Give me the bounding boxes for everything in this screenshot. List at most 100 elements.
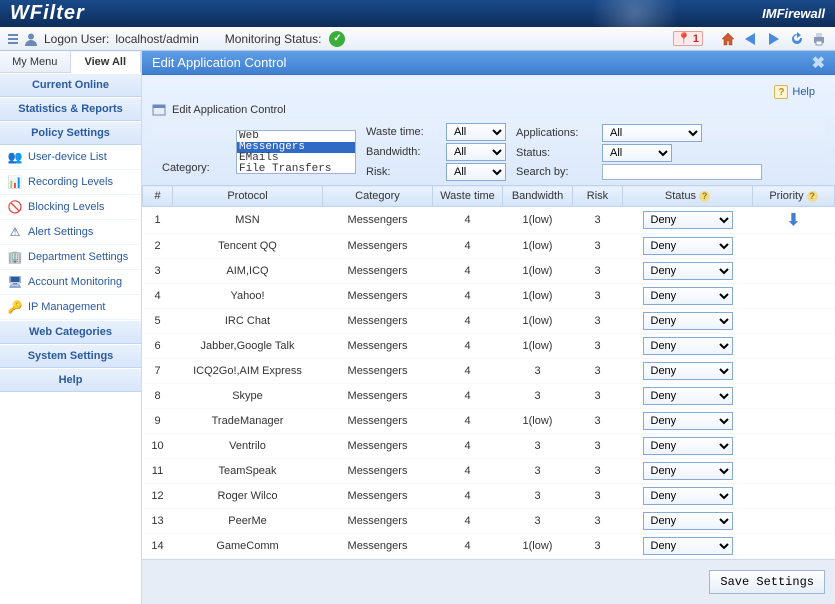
- table-row: 7ICQ2Go!,AIM ExpressMessengers433Deny: [143, 359, 835, 384]
- sidebar-item-ip[interactable]: 🔑 IP Management: [0, 295, 141, 320]
- category-option[interactable]: File Transfers: [237, 164, 355, 174]
- cell-status: Deny: [623, 359, 753, 384]
- sidebar-section-current-online[interactable]: Current Online: [0, 73, 141, 97]
- sidebar-item-blocking[interactable]: 🚫 Blocking Levels: [0, 195, 141, 220]
- cell-waste: 4: [433, 459, 503, 484]
- alert-badge[interactable]: 📍 1: [673, 31, 703, 46]
- filter-applications-select[interactable]: All: [602, 124, 702, 142]
- cell-priority: [753, 309, 835, 334]
- cell-bandwidth: 1(low): [503, 259, 573, 284]
- save-settings-button[interactable]: Save Settings: [709, 570, 825, 594]
- sidebar-item-recording[interactable]: 📊 Recording Levels: [0, 170, 141, 195]
- col-protocol[interactable]: Protocol: [173, 186, 323, 207]
- cell-status: Deny: [623, 509, 753, 534]
- cell-num: 14: [143, 534, 173, 559]
- cell-priority: [753, 284, 835, 309]
- sidebar-section-stats[interactable]: Statistics & Reports: [0, 97, 141, 121]
- col-category[interactable]: Category: [323, 186, 433, 207]
- row-status-select[interactable]: Deny: [643, 537, 733, 555]
- sidebar-section-web-cat[interactable]: Web Categories: [0, 320, 141, 344]
- monitor-icon: 🖥: [8, 275, 22, 289]
- cell-num: 10: [143, 434, 173, 459]
- menu-icon[interactable]: [8, 32, 18, 46]
- cell-num: 12: [143, 484, 173, 509]
- app-logo: WFilter: [10, 2, 85, 25]
- home-icon[interactable]: [721, 32, 735, 46]
- row-status-select[interactable]: Deny: [643, 262, 733, 280]
- row-status-select[interactable]: Deny: [643, 462, 733, 480]
- cell-priority: [753, 534, 835, 559]
- row-status-select[interactable]: Deny: [643, 437, 733, 455]
- priority-down-icon[interactable]: ⬇: [787, 212, 800, 229]
- sidebar-section-policy[interactable]: Policy Settings: [0, 121, 141, 145]
- cell-bandwidth: 1(low): [503, 334, 573, 359]
- status-ok-icon: ✓: [329, 31, 345, 47]
- filter-search-input[interactable]: [602, 164, 762, 180]
- printer-icon[interactable]: [811, 31, 827, 47]
- col-priority[interactable]: Priority ?: [753, 186, 835, 207]
- cell-priority: [753, 484, 835, 509]
- help-link[interactable]: ? Help: [774, 85, 815, 99]
- filter-status-select[interactable]: All: [602, 144, 672, 162]
- row-status-select[interactable]: Deny: [643, 362, 733, 380]
- col-risk[interactable]: Risk: [573, 186, 623, 207]
- sidebar-item-alert[interactable]: ⚠ Alert Settings: [0, 220, 141, 245]
- row-status-select[interactable]: Deny: [643, 387, 733, 405]
- tab-view-all[interactable]: View All: [71, 52, 142, 73]
- cell-protocol: Jabber,Google Talk: [173, 334, 323, 359]
- filter-status-label: Status:: [516, 147, 596, 159]
- breadcrumb-icon: [152, 103, 166, 117]
- cell-waste: 4: [433, 334, 503, 359]
- cell-num: 8: [143, 384, 173, 409]
- logon-user: localhost/admin: [115, 32, 198, 46]
- sidebar-item-account-monitoring[interactable]: 🖥 Account Monitoring: [0, 270, 141, 295]
- cell-protocol: MSN: [173, 207, 323, 234]
- filter-category-select[interactable]: WebMessengersEMailsFile Transfers: [236, 130, 356, 174]
- cell-bandwidth: 1(low): [503, 207, 573, 234]
- brand-label: IMFirewall: [762, 6, 825, 21]
- row-status-select[interactable]: Deny: [643, 237, 733, 255]
- close-icon[interactable]: ✖: [812, 53, 825, 73]
- col-status[interactable]: Status ?: [623, 186, 753, 207]
- cell-waste: 4: [433, 384, 503, 409]
- col-bandwidth[interactable]: Bandwidth: [503, 186, 573, 207]
- filter-waste-select[interactable]: All: [446, 123, 506, 141]
- nav-back-icon[interactable]: [741, 32, 759, 46]
- sidebar-section-help[interactable]: Help: [0, 368, 141, 392]
- cell-bandwidth: 1(low): [503, 534, 573, 559]
- col-num[interactable]: #: [143, 186, 173, 207]
- filter-risk-label: Risk:: [366, 166, 440, 178]
- col-waste[interactable]: Waste time: [433, 186, 503, 207]
- filter-bandwidth-select[interactable]: All: [446, 143, 506, 161]
- cell-risk: 3: [573, 509, 623, 534]
- row-status-select[interactable]: Deny: [643, 312, 733, 330]
- content-pane: Edit Application Control ✖ ? Help Edit A…: [142, 51, 835, 604]
- cell-risk: 3: [573, 284, 623, 309]
- table-row: 10VentriloMessengers433Deny: [143, 434, 835, 459]
- cell-category: Messengers: [323, 259, 433, 284]
- sidebar-item-user-device[interactable]: 👥 User-device List: [0, 145, 141, 170]
- cell-priority: [753, 509, 835, 534]
- nav-forward-icon[interactable]: [765, 32, 783, 46]
- row-status-select[interactable]: Deny: [643, 412, 733, 430]
- row-status-select[interactable]: Deny: [643, 211, 733, 229]
- table-row: 14GameCommMessengers41(low)3Deny: [143, 534, 835, 559]
- row-status-select[interactable]: Deny: [643, 487, 733, 505]
- filter-risk-select[interactable]: All: [446, 163, 506, 181]
- help-hint-icon: ?: [807, 191, 818, 202]
- refresh-icon[interactable]: [789, 31, 805, 47]
- sidebar-item-label: Department Settings: [28, 251, 128, 263]
- table-row: 2Tencent QQMessengers41(low)3Deny: [143, 234, 835, 259]
- sidebar-section-system[interactable]: System Settings: [0, 344, 141, 368]
- row-status-select[interactable]: Deny: [643, 337, 733, 355]
- cell-category: Messengers: [323, 359, 433, 384]
- cell-protocol: TeamSpeak: [173, 459, 323, 484]
- table-row: 1MSNMessengers41(low)3Deny⬇: [143, 207, 835, 234]
- sidebar-item-department[interactable]: 🏢 Department Settings: [0, 245, 141, 270]
- cell-waste: 4: [433, 484, 503, 509]
- tab-my-menu[interactable]: My Menu: [0, 51, 71, 72]
- cell-bandwidth: 1(low): [503, 284, 573, 309]
- cell-num: 2: [143, 234, 173, 259]
- row-status-select[interactable]: Deny: [643, 512, 733, 530]
- row-status-select[interactable]: Deny: [643, 287, 733, 305]
